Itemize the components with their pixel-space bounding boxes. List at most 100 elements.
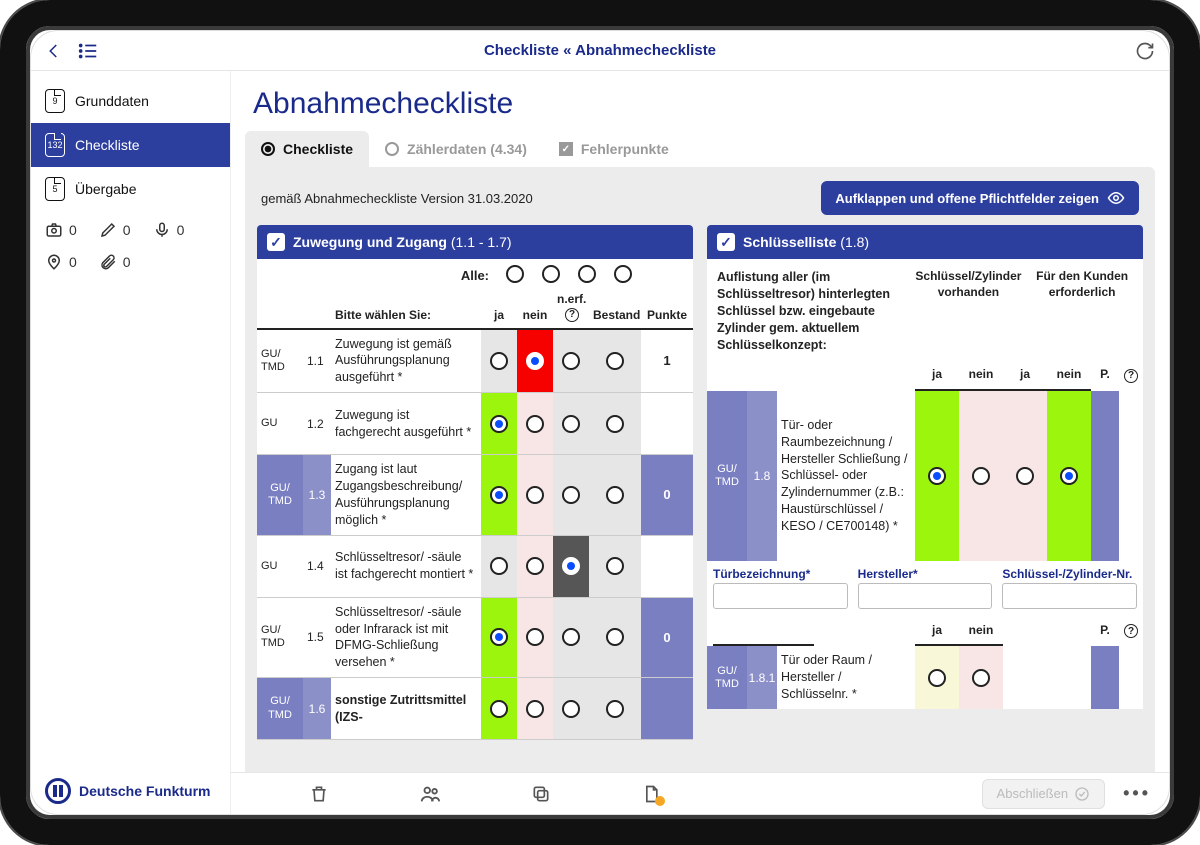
tab-fehlerpunkte[interactable]: ✓Fehlerpunkte [543, 131, 685, 167]
radio-nein[interactable] [972, 467, 990, 485]
page-title: Abnahmecheckliste [253, 87, 1169, 121]
pin-counter[interactable]: 0 [45, 253, 77, 271]
camera-counter[interactable]: 0 [45, 221, 77, 239]
table-row: GU1.2Zuwegung ist fachgerecht ausgeführt… [257, 393, 693, 455]
sidebar-item-uebergabe[interactable]: 5 Übergabe [31, 167, 230, 211]
radio-nerf[interactable] [562, 352, 580, 370]
radio-ja[interactable] [490, 557, 508, 575]
help-icon[interactable]: ? [1124, 624, 1138, 638]
sidebar: 9 Grunddaten 132 Checkliste 5 Übergabe 0… [31, 71, 231, 814]
radio-ja[interactable] [490, 700, 508, 718]
refresh-icon[interactable] [1135, 41, 1155, 61]
checkbox-icon: ✓ [267, 233, 285, 251]
radio-nerf[interactable] [562, 628, 580, 646]
expand-button[interactable]: Aufklappen und offene Pflichtfelder zeig… [821, 181, 1139, 215]
radio-nein[interactable] [526, 557, 544, 575]
radio-nerf[interactable] [562, 700, 580, 718]
section-header-schluesselliste[interactable]: ✓ Schlüsselliste (1.8) [707, 225, 1143, 259]
row-points: 0 [641, 598, 693, 678]
pencil-counter[interactable]: 0 [99, 221, 131, 239]
logo-icon [45, 778, 71, 804]
tab-checkliste[interactable]: Checkliste [245, 131, 369, 167]
radio-ja[interactable] [490, 352, 508, 370]
badge-icon: 9 [45, 89, 65, 113]
radio-nerf[interactable] [562, 486, 580, 504]
row-points: 1 [641, 330, 693, 393]
schluesselnr-input[interactable] [1002, 583, 1137, 609]
radio-nein[interactable] [972, 669, 990, 687]
sidebar-counters: 0 0 0 0 0 [31, 211, 230, 281]
radio-all-bestand[interactable] [614, 265, 632, 283]
row-text: Zuwegung ist fachgerecht ausgeführt * [331, 393, 481, 454]
radio-all-ja[interactable] [506, 265, 524, 283]
mic-counter[interactable]: 0 [153, 221, 185, 239]
panel: gemäß Abnahmecheckliste Version 31.03.20… [245, 167, 1155, 772]
radio-bestand[interactable] [606, 415, 624, 433]
radio-ja[interactable] [490, 486, 508, 504]
more-icon[interactable]: ••• [1123, 783, 1151, 804]
sidebar-item-checkliste[interactable]: 132 Checkliste [31, 123, 230, 167]
radio-nein[interactable] [526, 352, 544, 370]
col-header-vorhanden: Schlüssel/Zylinder vorhanden [912, 269, 1026, 353]
radio-ja[interactable] [928, 467, 946, 485]
radio-ja2[interactable] [1016, 467, 1034, 485]
radio-ja[interactable] [490, 628, 508, 646]
col-header-erforderlich: Für den Kunden erforderlich [1025, 269, 1139, 353]
check-icon: ✓ [559, 142, 573, 156]
badge-icon: 132 [45, 133, 65, 157]
sub-header-2: ja nein P. ? [707, 619, 1143, 647]
radio-nerf[interactable] [562, 415, 580, 433]
radio-bestand[interactable] [606, 628, 624, 646]
row-points [641, 536, 693, 597]
radio-all-nerf[interactable] [578, 265, 596, 283]
table-row: GU/ TMD1.6sonstige Zutrittsmittel (IZS- [257, 678, 693, 740]
radio-nein[interactable] [526, 628, 544, 646]
radio-bestand[interactable] [606, 700, 624, 718]
radio-nein[interactable] [526, 415, 544, 433]
row-tag: GU [257, 393, 303, 454]
table-row: GU1.4Schlüsseltresor/ -säule ist fachger… [257, 536, 693, 598]
row-tag: GU/ TMD [257, 598, 303, 678]
radio-icon [385, 142, 399, 156]
row-text: Zuwegung ist gemäß Ausführungsplanung au… [331, 330, 481, 393]
help-icon[interactable]: ? [565, 308, 579, 322]
brand-logo: Deutsche Funkturm [45, 778, 210, 804]
radio-bestand[interactable] [606, 557, 624, 575]
version-note: gemäß Abnahmecheckliste Version 31.03.20… [261, 191, 533, 206]
copy-icon[interactable] [531, 784, 551, 804]
radio-ja[interactable] [490, 415, 508, 433]
row-points [641, 678, 693, 739]
tab-zaehlerdaten[interactable]: Zählerdaten (4.34) [369, 131, 543, 167]
hersteller-input[interactable] [858, 583, 993, 609]
row-num: 1.1 [303, 330, 331, 393]
tuerbezeichnung-input[interactable] [713, 583, 848, 609]
radio-nein2[interactable] [1060, 467, 1078, 485]
row-text: Schlüsseltresor/ -säule ist fachgerecht … [331, 536, 481, 597]
radio-bestand[interactable] [606, 486, 624, 504]
bottombar: Abschließen ••• [231, 772, 1169, 814]
radio-all-nein[interactable] [542, 265, 560, 283]
row-points [641, 393, 693, 454]
right-column: ✓ Schlüsselliste (1.8) Auflistung aller … [707, 225, 1143, 772]
row-num: 1.3 [303, 455, 331, 535]
doc-warn-icon[interactable] [641, 784, 661, 804]
radio-ja[interactable] [928, 669, 946, 687]
radio-nein[interactable] [526, 700, 544, 718]
row-text: sonstige Zutrittsmittel (IZS- [331, 678, 481, 739]
table-row: GU/ TMD 1.8.1 Tür oder Raum / Hersteller… [707, 646, 1143, 709]
finish-button[interactable]: Abschließen [982, 779, 1106, 809]
help-icon[interactable]: ? [1124, 369, 1138, 383]
trash-icon[interactable] [309, 784, 329, 804]
row-num: 1.4 [303, 536, 331, 597]
row-text: Schlüsseltresor/ -säule oder Infrarack i… [331, 598, 481, 678]
clip-counter[interactable]: 0 [99, 253, 131, 271]
radio-nerf[interactable] [562, 557, 580, 575]
main-content: Abnahmecheckliste Checkliste Zählerdaten… [231, 71, 1169, 814]
radio-nein[interactable] [526, 486, 544, 504]
topbar: Checkliste « Abnahmecheckliste [31, 31, 1169, 71]
radio-bestand[interactable] [606, 352, 624, 370]
people-icon[interactable] [419, 783, 441, 805]
sidebar-item-grunddaten[interactable]: 9 Grunddaten [31, 79, 230, 123]
section-header-zuwegung[interactable]: ✓ Zuwegung und Zugang (1.1 - 1.7) [257, 225, 693, 259]
row-num: 1.8 [747, 391, 777, 561]
